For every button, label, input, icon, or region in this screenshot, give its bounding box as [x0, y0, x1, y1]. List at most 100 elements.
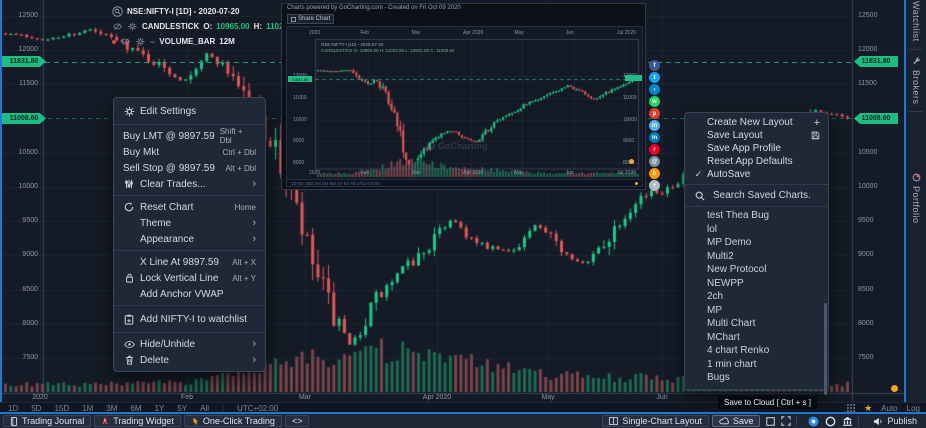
price-tick-label: 9000	[858, 251, 874, 258]
mini-status-dot	[635, 182, 638, 185]
add-anchor-vwap-item[interactable]: Add Anchor VWAP	[114, 286, 265, 302]
rocket-icon	[101, 417, 109, 426]
saved-chart-item[interactable]: MChart	[685, 331, 828, 345]
email-share-icon[interactable]: @	[649, 156, 660, 167]
price-tick-label: 12000	[4, 46, 38, 53]
price-tick-label: 11500	[858, 80, 877, 87]
buy-mkt-item[interactable]: Buy Mkt Ctrl + Dbl	[114, 144, 265, 160]
price-level-tag: 11831.80	[2, 56, 46, 67]
preview-header-text: Charts powered by GoCharting.com - Creat…	[287, 5, 461, 11]
code-button[interactable]: <>	[285, 415, 310, 427]
mini-time-label-top: Jul 2020	[617, 30, 636, 36]
study-settings-gear-icon[interactable]	[127, 21, 138, 32]
blogger-share-icon[interactable]: b	[649, 168, 660, 179]
price-tick-label: 7500	[858, 354, 874, 361]
preview-mini-chart: 20202020FebFebMarMarApr 2020Apr 2020MayM…	[286, 26, 643, 187]
study-settings-gear-icon[interactable]	[135, 36, 146, 47]
gocharting-watermark: GoCharting	[427, 141, 488, 151]
open-value: 10965.00	[216, 22, 249, 31]
mini-time-label-top: 2020	[309, 30, 320, 36]
plus-icon: +	[814, 117, 820, 129]
messenger-share-icon[interactable]: m	[649, 120, 660, 131]
one-click-trading-button[interactable]: One-Click Trading	[184, 415, 282, 427]
saved-chart-item[interactable]: New Protocol	[685, 263, 828, 277]
saved-chart-item[interactable]: MP	[685, 304, 828, 318]
saved-chart-item[interactable]: Multi2	[685, 250, 828, 264]
create-new-layout-item[interactable]: Create New Layout +	[685, 116, 828, 129]
lock-vertical-line-item[interactable]: Lock Vertical Line Alt + Y	[114, 270, 265, 286]
favorite-star-icon[interactable]: ★	[864, 404, 872, 412]
sync-ring-icon[interactable]	[825, 415, 836, 427]
sidebar-tab-brokers[interactable]: Brokers	[906, 52, 926, 110]
telegram-share-icon[interactable]: ›	[649, 84, 660, 95]
trading-widget-button[interactable]: Trading Widget	[94, 415, 181, 427]
mini-time-label-bottom: 2020	[309, 170, 320, 176]
save-app-profile-item[interactable]: Save App Profile	[685, 142, 828, 155]
saved-chart-item[interactable]: test Thea Bug	[685, 209, 828, 223]
pointer-icon	[191, 417, 199, 426]
reset-chart-item[interactable]: Reset Chart Home	[114, 199, 265, 215]
twitter-share-icon[interactable]: t	[649, 72, 660, 83]
notification-dot[interactable]	[891, 385, 898, 392]
whatsapp-share-icon[interactable]: w	[649, 96, 660, 107]
symbol-search-icon[interactable]	[112, 6, 123, 17]
save-layout-item[interactable]: Save Layout	[685, 129, 828, 142]
hide-unhide-item[interactable]: Hide/Unhide ›	[114, 336, 265, 352]
time-tick-label: 2020	[20, 394, 60, 401]
delete-item[interactable]: Delete ›	[114, 352, 265, 368]
saved-chart-item[interactable]: Bugs	[685, 371, 828, 385]
saved-chart-item[interactable]: lol	[685, 223, 828, 237]
saved-chart-item[interactable]: Multi Chart	[685, 317, 828, 331]
pinterest-share-icon[interactable]: p	[649, 108, 660, 119]
sidebar-tab-watchlist[interactable]: Watchlist	[906, 0, 926, 47]
facebook-share-icon[interactable]: f	[649, 60, 660, 71]
saved-chart-item[interactable]: 4 chart Renko	[685, 344, 828, 358]
sliders-icon	[123, 179, 135, 189]
gear-icon	[123, 106, 135, 117]
sidebar-divider	[909, 111, 923, 112]
search-saved-charts-input[interactable]: Search Saved Charts.	[685, 185, 828, 207]
saved-chart-item[interactable]: 1 min chart	[685, 358, 828, 372]
reddit-share-icon[interactable]: r	[649, 144, 660, 155]
more-share-icon[interactable]: +	[649, 180, 660, 191]
appearance-item[interactable]: Appearance ›	[114, 231, 265, 247]
chart-context-menu: Edit Settings Buy LMT @ 9897.59 Shift + …	[113, 97, 266, 372]
x-line-item[interactable]: X Line At 9897.59 Alt + X	[114, 254, 265, 270]
buy-lmt-item[interactable]: Buy LMT @ 9897.59 Shift + Dbl	[114, 128, 265, 144]
single-chart-layout-button[interactable]: Single-Chart Layout	[602, 415, 709, 427]
clear-trades-item[interactable]: Clear Trades... ›	[114, 176, 265, 192]
reset-app-defaults-item[interactable]: Reset App Defaults	[685, 155, 828, 168]
add-to-watchlist-item[interactable]: Add NIFTY-I to watchlist	[114, 309, 265, 329]
mini-time-label-top: Mar	[412, 30, 421, 36]
autosave-item[interactable]: ✓ AutoSave	[685, 168, 828, 181]
publish-button[interactable]: Publish	[867, 415, 923, 427]
sell-stop-item[interactable]: Sell Stop @ 9897.59 Alt + Dbl	[114, 160, 265, 176]
symbol-title: NSE:NIFTY-I [1D] - 2020-07-20	[127, 7, 239, 16]
saved-chart-item[interactable]: MP Demo	[685, 236, 828, 250]
screenshot-frame-icon[interactable]	[766, 415, 775, 427]
price-tick-label: 10500	[858, 149, 877, 156]
menu-scrollbar[interactable]	[824, 303, 827, 395]
mini-time-label-top: Feb	[360, 30, 369, 36]
share-chart-button[interactable]: Share Chart	[287, 14, 334, 24]
chevron-right-icon: ›	[252, 339, 256, 349]
mini-price-label: 9000	[293, 138, 304, 144]
bank-icon[interactable]	[842, 415, 853, 427]
fullscreen-icon[interactable]	[781, 415, 791, 427]
trading-journal-button[interactable]: Trading Journal	[3, 415, 91, 427]
grid-settings-icon[interactable]	[847, 404, 855, 412]
linkedin-share-icon[interactable]: in	[649, 132, 660, 143]
saved-chart-item[interactable]: NEWPP	[685, 277, 828, 291]
chevron-right-icon: ›	[252, 218, 256, 228]
eye-off-icon[interactable]	[120, 36, 131, 47]
save-button[interactable]: Save	[712, 415, 761, 427]
theme-item[interactable]: Theme ›	[114, 215, 265, 231]
volume-wave-icon: ~	[150, 37, 155, 47]
volume-study-name: VOLUME_BAR	[159, 37, 215, 46]
saved-chart-item[interactable]: 2ch	[685, 290, 828, 304]
price-level-tag: 11008.60	[2, 113, 46, 124]
eye-off-icon[interactable]	[112, 21, 123, 32]
edit-settings-item[interactable]: Edit Settings	[114, 101, 265, 121]
s idebar-tab-portfolio[interactable]: Portfolio	[906, 168, 926, 229]
camera-icon[interactable]	[808, 415, 819, 427]
